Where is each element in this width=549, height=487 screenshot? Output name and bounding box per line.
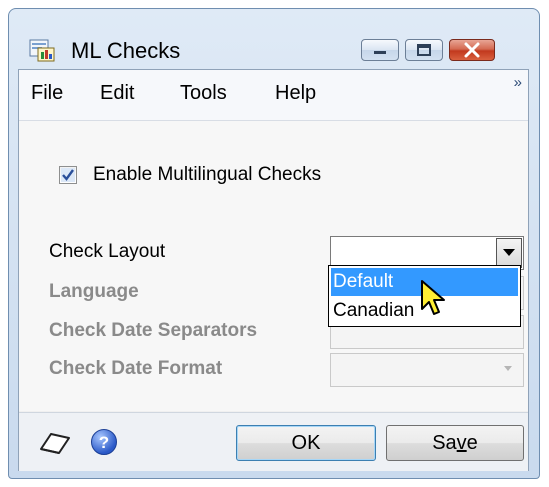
minimize-icon <box>374 51 386 54</box>
ok-button[interactable]: OK <box>236 425 376 461</box>
mouse-cursor-icon <box>421 280 445 315</box>
check-date-format-label: Check Date Format <box>49 358 223 379</box>
close-button[interactable] <box>449 39 495 61</box>
check-layout-dropdown-button[interactable] <box>496 238 522 268</box>
menu-tools[interactable]: Tools <box>180 82 227 105</box>
check-date-separators-label: Check Date Separators <box>49 320 258 341</box>
ml-checks-window: ML Checks File Edit Tools Help » Enable … <box>8 8 540 479</box>
application-icon <box>29 39 55 62</box>
note-icon[interactable] <box>37 431 73 455</box>
menu-edit[interactable]: Edit <box>100 82 134 105</box>
maximize-button[interactable] <box>405 39 443 61</box>
menu-help[interactable]: Help <box>275 82 316 105</box>
help-icon[interactable]: ? <box>91 429 117 455</box>
save-button[interactable]: Save <box>386 425 524 461</box>
button-bar: ? OK Save <box>19 412 528 471</box>
check-date-format-combo[interactable] <box>330 353 524 387</box>
checkmark-icon <box>61 168 75 182</box>
minimize-button[interactable] <box>361 39 399 61</box>
check-date-format-dropdown-button[interactable] <box>496 355 522 385</box>
menu-file[interactable]: File <box>31 82 63 105</box>
menu-overflow-chevron[interactable]: » <box>514 74 522 91</box>
title-bar[interactable]: ML Checks <box>9 9 539 67</box>
window-title: ML Checks <box>71 38 181 63</box>
maximize-icon <box>417 44 431 56</box>
dropdown-arrow-icon <box>503 249 515 256</box>
check-layout-label: Check Layout <box>49 241 166 262</box>
dropdown-arrow-icon <box>504 366 512 371</box>
close-icon <box>464 42 480 58</box>
enable-multilingual-checkbox[interactable] <box>59 166 77 184</box>
menu-bar: File Edit Tools Help » <box>19 70 528 121</box>
enable-multilingual-label[interactable]: Enable Multilingual Checks <box>93 164 321 186</box>
language-label: Language <box>49 281 139 302</box>
